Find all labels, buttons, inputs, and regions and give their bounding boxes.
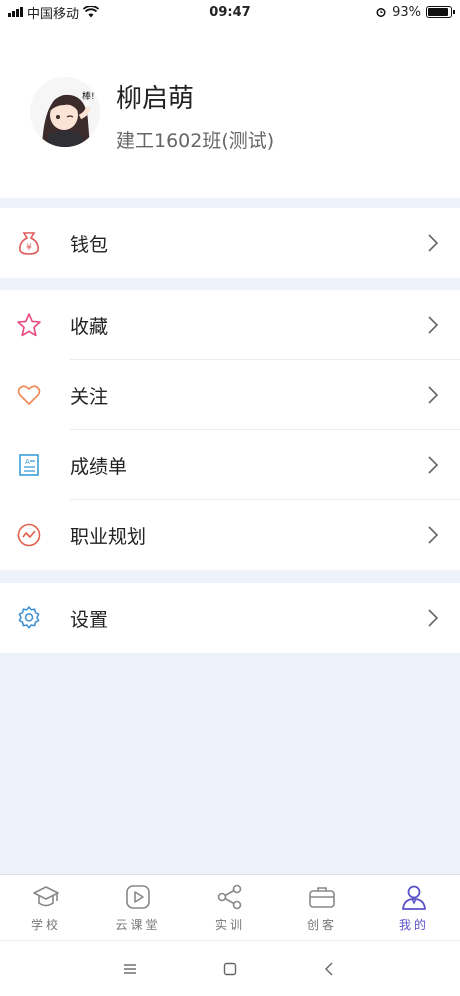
- tab-mine[interactable]: 我的: [368, 875, 460, 940]
- chevron-right-icon: [428, 526, 439, 544]
- briefcase-icon: [309, 887, 335, 908]
- tab-label: 实训: [214, 918, 245, 932]
- chevron-right-icon: [428, 316, 439, 334]
- menu-label: 设置: [70, 608, 109, 631]
- settings-group: 设置: [0, 583, 460, 653]
- signal-icon: [8, 7, 23, 17]
- heart-icon: [17, 385, 41, 405]
- menu-item-grades[interactable]: A 成绩单: [0, 430, 460, 500]
- svg-text:A: A: [25, 458, 30, 466]
- tab-label: 我的: [398, 918, 429, 932]
- user-class: 建工1602班(测试): [116, 130, 275, 152]
- share-icon: [217, 884, 242, 910]
- chevron-right-icon: [428, 456, 439, 474]
- main-menu-group: 收藏 关注 A 成绩单 职业规划: [0, 290, 460, 570]
- system-nav-bar: [0, 940, 460, 996]
- menu-label: 钱包: [70, 233, 109, 256]
- menu-label: 关注: [70, 385, 109, 408]
- user-icon: [402, 885, 426, 910]
- profile-card[interactable]: 棒! 柳启萌 建工1602班(测试): [0, 24, 460, 198]
- svg-text:棒!: 棒!: [82, 90, 95, 102]
- transcript-icon: A: [19, 454, 39, 476]
- chevron-right-icon: [428, 234, 439, 252]
- avatar[interactable]: 棒!: [30, 77, 100, 147]
- menu-label: 职业规划: [70, 525, 147, 548]
- gear-icon: [18, 606, 40, 629]
- battery-percent: 93%: [392, 4, 421, 20]
- menu-label: 成绩单: [70, 455, 128, 478]
- chevron-right-icon: [428, 609, 439, 627]
- status-bar: 中国移动 09:47 93%: [0, 0, 460, 24]
- menu-icon[interactable]: [121, 960, 139, 978]
- wifi-icon: [83, 6, 100, 18]
- menu-item-favorites[interactable]: 收藏: [0, 290, 460, 360]
- carrier-label: 中国移动: [27, 6, 80, 22]
- tab-bar: 学校 云课堂 实训 创客 我的: [0, 874, 460, 940]
- chevron-right-icon: [428, 386, 439, 404]
- tab-label: 云课堂: [115, 918, 161, 932]
- tab-school[interactable]: 学校: [0, 875, 92, 940]
- menu-item-settings[interactable]: 设置: [0, 583, 460, 653]
- tab-label: 学校: [30, 918, 61, 932]
- menu-label: 收藏: [70, 315, 109, 338]
- star-icon: [17, 313, 41, 337]
- tab-maker[interactable]: 创客: [276, 875, 368, 940]
- tab-cloud-class[interactable]: 云课堂: [92, 875, 184, 940]
- school-icon: [33, 886, 59, 907]
- menu-item-career[interactable]: 职业规划: [0, 500, 460, 570]
- menu-item-follow[interactable]: 关注: [0, 360, 460, 430]
- battery-icon: [426, 6, 455, 18]
- user-name: 柳启萌: [116, 84, 195, 114]
- alarm-icon: [376, 8, 386, 17]
- menu-item-wallet[interactable]: ¥ 钱包: [0, 208, 460, 278]
- wallet-icon: ¥: [19, 232, 39, 255]
- tab-label: 创客: [306, 918, 337, 932]
- svg-text:¥: ¥: [26, 243, 32, 253]
- home-icon[interactable]: [221, 960, 239, 978]
- tab-training[interactable]: 实训: [184, 875, 276, 940]
- play-icon: [126, 885, 150, 909]
- back-icon[interactable]: [321, 960, 339, 978]
- wallet-group: ¥ 钱包: [0, 208, 460, 278]
- career-icon: [17, 523, 41, 547]
